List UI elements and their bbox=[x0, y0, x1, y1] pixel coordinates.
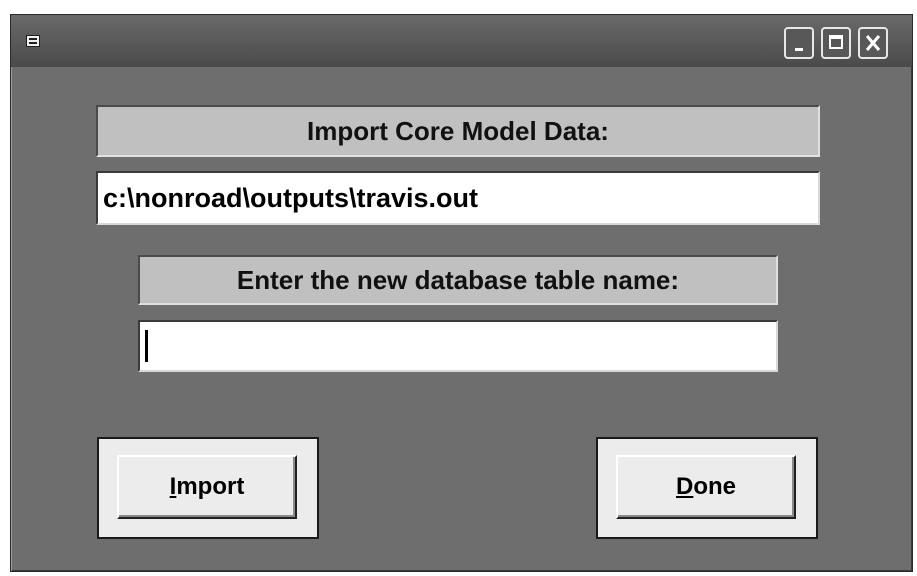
import-dialog-window: Import Core Model Data: c:\nonroad\outpu… bbox=[10, 14, 913, 572]
table-name-input[interactable] bbox=[138, 320, 778, 372]
import-button[interactable]: Import bbox=[117, 455, 297, 519]
done-button-frame: Done bbox=[596, 437, 818, 539]
done-button[interactable]: Done bbox=[616, 455, 796, 519]
import-heading-label: Import Core Model Data: bbox=[96, 105, 820, 157]
text-caret bbox=[145, 330, 148, 362]
minimize-button[interactable] bbox=[784, 27, 814, 59]
close-button[interactable] bbox=[858, 27, 888, 59]
maximize-button[interactable] bbox=[821, 27, 851, 59]
close-icon bbox=[865, 35, 881, 51]
import-button-label: mport bbox=[176, 473, 245, 500]
title-bar[interactable] bbox=[11, 15, 912, 67]
done-access-key: D bbox=[675, 473, 694, 500]
form-icon[interactable] bbox=[26, 35, 40, 47]
done-button-label: one bbox=[693, 473, 736, 500]
table-name-prompt-label: Enter the new database table name: bbox=[138, 255, 778, 305]
file-path-field[interactable]: c:\nonroad\outputs\travis.out bbox=[96, 171, 820, 225]
import-button-frame: Import bbox=[97, 437, 319, 539]
import-access-key: I bbox=[169, 473, 177, 500]
